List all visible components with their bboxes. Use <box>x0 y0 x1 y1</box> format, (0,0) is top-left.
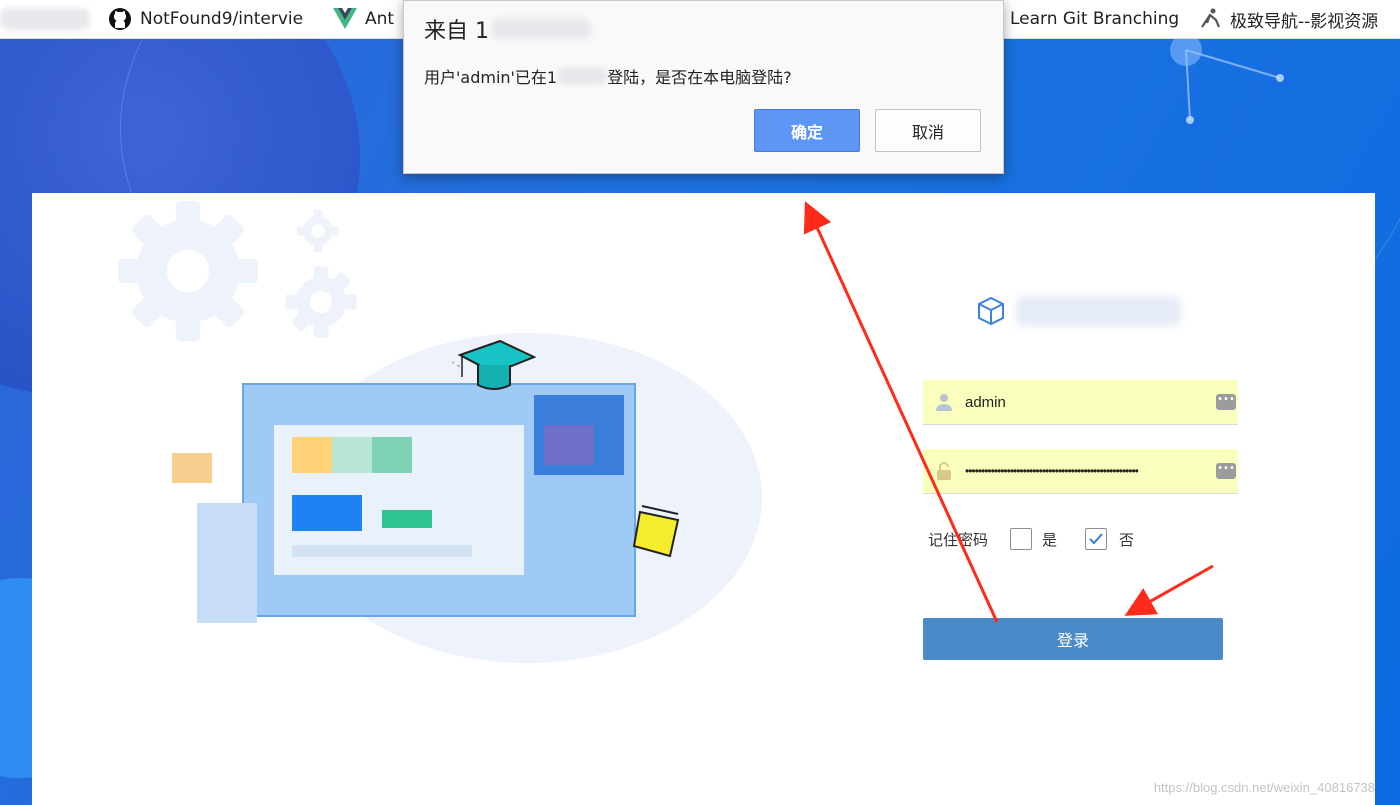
book-icon <box>632 505 680 558</box>
login-illustration <box>142 333 762 693</box>
gear-icon-small <box>296 209 340 253</box>
illustration-block <box>172 453 212 483</box>
gear-icon-medium <box>285 266 357 338</box>
watermark: https://blog.csdn.net/weixin_40816738 <box>1153 780 1375 795</box>
bookmark-learn-git[interactable]: Learn Git Branching <box>1010 0 1179 38</box>
password-input[interactable]: ••••••••••••••••••••••••••••••••••••••••… <box>965 464 1216 478</box>
cancel-button[interactable]: 取消 <box>875 109 981 152</box>
dialog-title: 来自 1 <box>424 13 591 45</box>
graduation-cap-icon <box>452 339 537 390</box>
illustration-block <box>197 503 257 623</box>
bookmark-ant[interactable]: Ant <box>333 0 394 38</box>
yoga-icon <box>1198 7 1222 31</box>
github-icon <box>108 7 132 31</box>
bookmark-github[interactable]: NotFound9/intervie <box>108 0 303 38</box>
username-input[interactable]: admin <box>965 394 1216 411</box>
bookmark-label: Ant <box>365 9 395 29</box>
login-card: admin ••• ••••••••••••••••••••••••••••••… <box>32 193 1375 805</box>
blurred-ip <box>557 67 608 85</box>
remember-yes-label: 是 <box>1042 530 1058 549</box>
dialog-message-suffix: 登陆，是否在本电脑登陆? <box>607 68 792 87</box>
login-button[interactable]: 登录 <box>923 618 1223 660</box>
checkmark-icon <box>1089 533 1103 545</box>
cube-icon <box>978 296 1004 326</box>
dialog-message: 用户'admin'已在1 登陆，是否在本电脑登陆? <box>424 64 792 88</box>
lock-icon <box>923 461 965 481</box>
remember-no-label: 否 <box>1119 530 1135 549</box>
network-decoration <box>1170 38 1284 124</box>
bookmark-label: 极致导航--影视资源 <box>1230 11 1379 32</box>
bookmark-blurred[interactable] <box>0 0 90 38</box>
vue-icon <box>333 7 357 31</box>
remember-password-label: 记住密码 <box>928 530 989 549</box>
bookmark-label: Learn Git Branching <box>1010 9 1180 29</box>
ok-button[interactable]: 确定 <box>754 109 860 152</box>
dialog-message-prefix: 用户'admin'已在1 <box>424 68 558 87</box>
bookmark-jizhi[interactable]: 极致导航--影视资源 <box>1198 0 1378 38</box>
brand-name-blurred <box>1016 296 1181 326</box>
blurred-origin <box>491 18 591 40</box>
password-manager-icon[interactable]: ••• <box>1216 463 1236 479</box>
password-manager-icon[interactable]: ••• <box>1216 394 1236 410</box>
bookmark-label: NotFound9/intervie <box>140 9 304 29</box>
remember-no-checkbox[interactable] <box>1085 528 1108 550</box>
username-field[interactable]: admin ••• <box>923 380 1238 425</box>
brand-logo <box>976 296 1181 326</box>
remember-yes-checkbox[interactable] <box>1010 528 1033 550</box>
gear-icon <box>118 201 258 341</box>
user-icon <box>923 392 965 412</box>
remember-password-row: 记住密码 是 否 <box>928 528 1134 550</box>
password-field[interactable]: ••••••••••••••••••••••••••••••••••••••••… <box>923 449 1238 494</box>
illustration-monitor <box>242 383 636 617</box>
dialog-title-text: 来自 1 <box>424 19 489 44</box>
confirm-dialog: 来自 1 用户'admin'已在1 登陆，是否在本电脑登陆? 确定 取消 <box>403 0 1004 174</box>
blurred-label <box>0 8 90 30</box>
